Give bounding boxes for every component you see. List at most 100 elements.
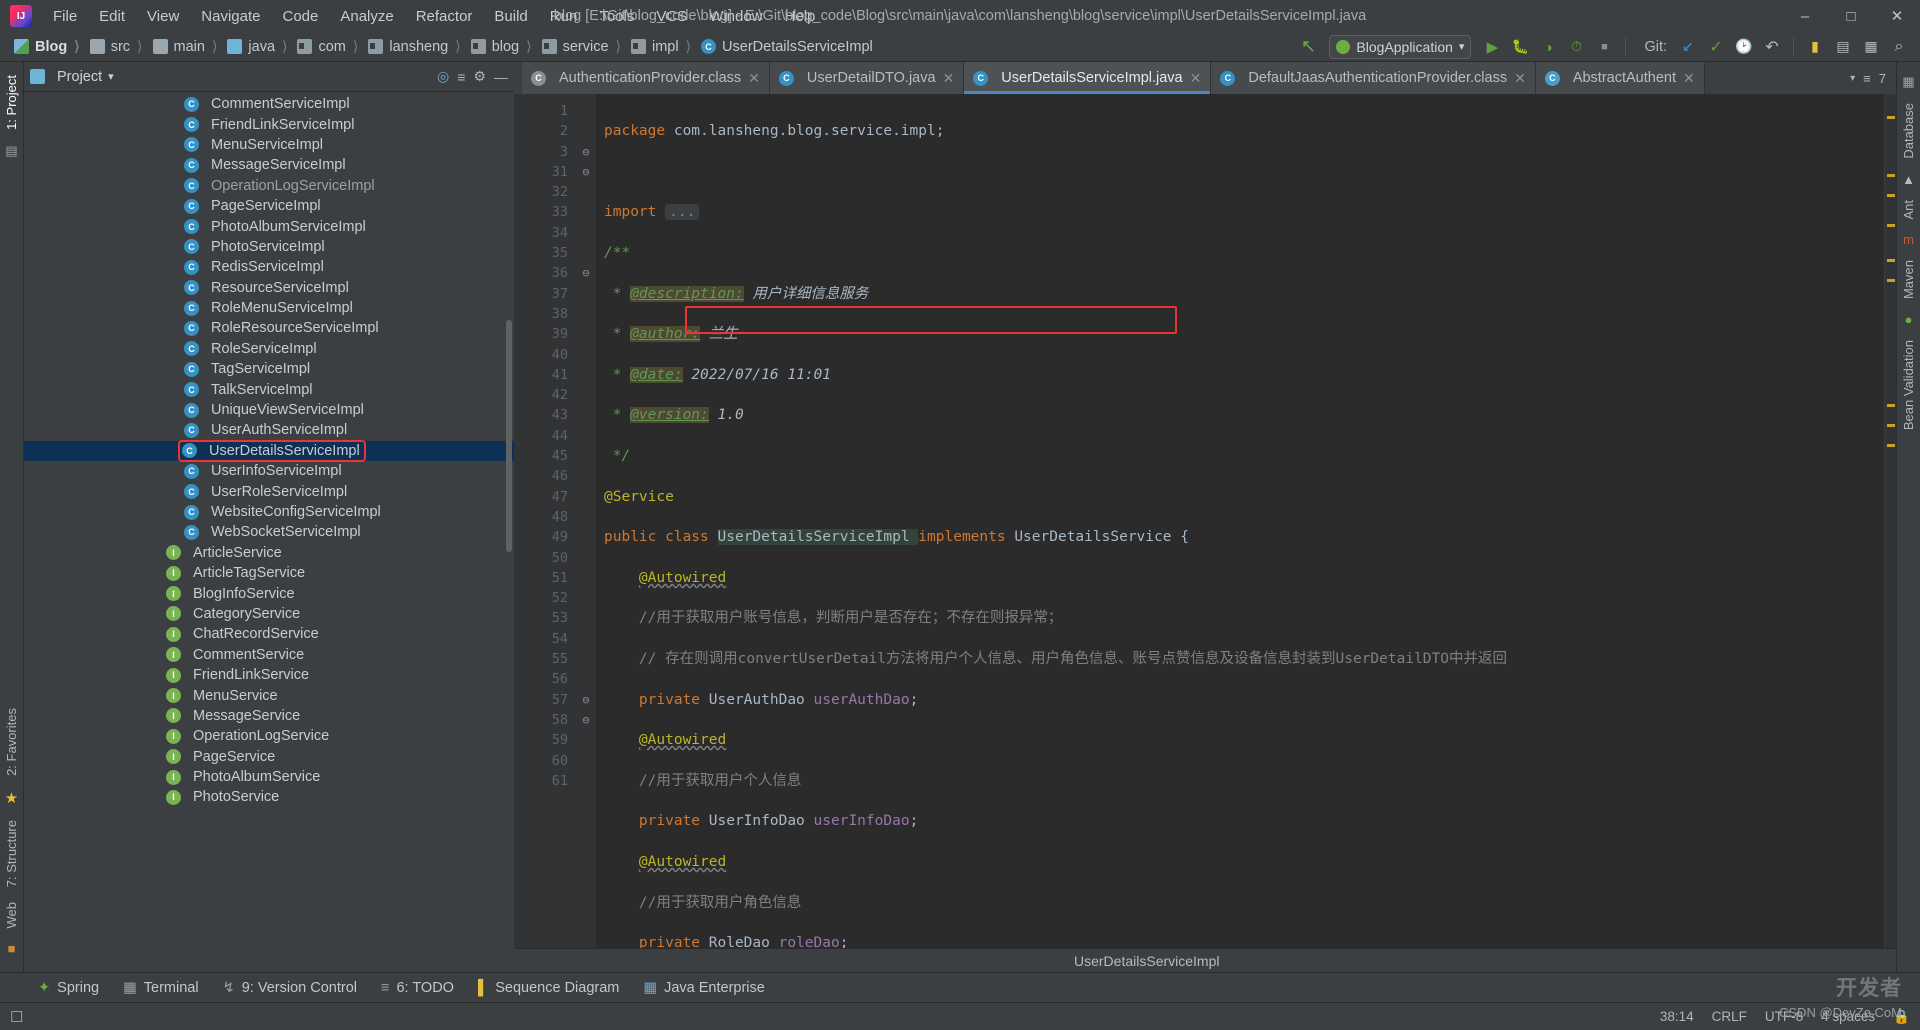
tree-item-rolemenuserviceimpl[interactable]: C RoleMenuServiceImpl (24, 298, 514, 318)
star-icon[interactable]: ★ (5, 789, 18, 807)
git-rollback-button[interactable]: ↶ (1759, 35, 1785, 59)
menu-item-analyze[interactable]: Analyze (329, 4, 404, 29)
git-history-button[interactable]: 🕑 (1731, 35, 1757, 59)
editor-tab-overflow[interactable]: ▾ ≡ 7 (1840, 62, 1896, 94)
close-button[interactable]: ✕ (1874, 0, 1920, 32)
breadcrumb-item-com[interactable]: com ⟩ (291, 35, 362, 59)
tree-item-photoserviceimpl[interactable]: C PhotoServiceImpl (24, 237, 514, 257)
tree-item-talkserviceimpl[interactable]: C TalkServiceImpl (24, 379, 514, 399)
tool-window-sequence-diagram[interactable]: ▌ Sequence Diagram (466, 976, 631, 1000)
database-small-icon[interactable]: ▦ (1902, 74, 1914, 90)
tool-window-version-control[interactable]: ↯ 9: Version Control (211, 976, 369, 1000)
tree-item-userroleserviceimpl[interactable]: C UserRoleServiceImpl (24, 481, 514, 501)
tree-item-resourceserviceimpl[interactable]: C ResourceServiceImpl (24, 278, 514, 298)
close-icon[interactable]: ✕ (1514, 70, 1526, 87)
run-configuration-selector[interactable]: BlogApplication ▾ (1329, 34, 1472, 59)
hide-icon[interactable]: — (494, 69, 508, 85)
tool-window-terminal[interactable]: ▦ Terminal (111, 976, 211, 1000)
menu-item-build[interactable]: Build (483, 4, 538, 29)
tree-item-commentserviceimpl[interactable]: C CommentServiceImpl (24, 94, 514, 114)
tree-item-pageservice[interactable]: I PageService (24, 747, 514, 767)
run-button[interactable]: ▶ (1479, 35, 1505, 59)
editor-scroll-markers[interactable] (1884, 94, 1896, 948)
tab-list-icon[interactable]: ≡ (1863, 71, 1871, 86)
target-icon[interactable]: ◎ (437, 68, 449, 85)
menu-item-window[interactable]: Window (698, 4, 773, 29)
breadcrumb-class-label[interactable]: UserDetailsServiceImpl (1074, 953, 1219, 969)
close-icon[interactable]: ✕ (943, 70, 955, 87)
sidebar-item-ant[interactable]: Ant (1898, 193, 1919, 227)
line-separator[interactable]: CRLF (1712, 1009, 1747, 1024)
tree-item-chatrecordservice[interactable]: I ChatRecordService (24, 624, 514, 644)
menu-item-code[interactable]: Code (271, 4, 329, 29)
tree-item-photoservice[interactable]: I PhotoService (24, 787, 514, 807)
sidebar-item-favorites[interactable]: 2: Favorites (1, 701, 22, 783)
menu-item-view[interactable]: View (136, 4, 190, 29)
tree-item-tagserviceimpl[interactable]: C TagServiceImpl (24, 359, 514, 379)
fold-marker[interactable]: ⊖ (576, 690, 596, 710)
breadcrumb-item-src[interactable]: src ⟩ (84, 35, 147, 59)
tool-window-spring[interactable]: ✦ Spring (26, 976, 111, 1000)
collapse-all-icon[interactable]: ≡ (457, 69, 465, 85)
tree-item-operationlogservice[interactable]: I OperationLogService (24, 726, 514, 746)
project-tree[interactable]: C CommentServiceImpl C FriendLinkServiceIm… (24, 92, 514, 972)
tree-item-uniqueviewserviceimpl[interactable]: C UniqueViewServiceImpl (24, 400, 514, 420)
sidebar-item-bean-validation[interactable]: Bean Validation (1898, 333, 1919, 437)
bean-validation-small-icon[interactable]: ● (1905, 312, 1913, 327)
fold-marker[interactable]: ⊖ (576, 263, 596, 283)
editor-tab-userdetailsserviceimpl[interactable]: C UserDetailsServiceImpl.java ✕ (964, 62, 1212, 94)
maven-small-icon[interactable]: m (1903, 232, 1914, 247)
breadcrumb-item-service[interactable]: service ⟩ (536, 35, 625, 59)
menu-item-vcs[interactable]: VCS (645, 4, 698, 29)
breadcrumb-item-main[interactable]: main ⟩ (147, 35, 222, 59)
source-code[interactable]: package com.lansheng.blog.service.impl; … (596, 94, 1884, 948)
tree-item-categoryservice[interactable]: I CategoryService (24, 604, 514, 624)
tree-item-operationlogserviceimpl[interactable]: C OperationLogServiceImpl (24, 176, 514, 196)
run-with-coverage-button[interactable]: ◑ (1535, 35, 1561, 59)
ant-small-icon[interactable]: ▲ (1902, 172, 1915, 187)
tree-item-roleserviceimpl[interactable]: C RoleServiceImpl (24, 339, 514, 359)
menu-item-navigate[interactable]: Navigate (190, 4, 271, 29)
tree-item-photoalbumserviceimpl[interactable]: C PhotoAlbumServiceImpl (24, 216, 514, 236)
menu-item-file[interactable]: File (42, 4, 88, 29)
tool-window-todo[interactable]: ≡ 6: TODO (369, 976, 466, 1000)
tree-item-roleresourceserviceimpl[interactable]: C RoleResourceServiceImpl (24, 318, 514, 338)
menu-item-edit[interactable]: Edit (88, 4, 136, 29)
editor-tab-authenticationprovider[interactable]: C AuthenticationProvider.class ✕ (522, 62, 770, 94)
back-arrow-icon[interactable]: ↖ (1295, 35, 1321, 59)
fold-marker[interactable]: ⊖ (576, 710, 596, 730)
tree-item-friendlinkserviceimpl[interactable]: C FriendLinkServiceImpl (24, 114, 514, 134)
event-log-icon[interactable]: ☐ (10, 1008, 23, 1026)
breadcrumb-item-userdetailsserviceimpl[interactable]: C UserDetailsServiceImpl (695, 35, 877, 59)
menu-bar[interactable]: File Edit View Navigate Code Analyze Ref… (42, 4, 826, 29)
tree-item-bloginfoservice[interactable]: I BlogInfoService (24, 583, 514, 603)
tree-item-redisserviceimpl[interactable]: C RedisServiceImpl (24, 257, 514, 277)
tree-item-friendlinkservice[interactable]: I FriendLinkService (24, 665, 514, 685)
tool-window-java-enterprise[interactable]: ▦ Java Enterprise (631, 976, 776, 1000)
close-icon[interactable]: ✕ (748, 70, 760, 87)
search-icon[interactable]: ⌕ (1886, 35, 1912, 59)
sidebar-item-database[interactable]: Database (1898, 96, 1919, 166)
tree-item-menuserviceimpl[interactable]: C MenuServiceImpl (24, 135, 514, 155)
profile-button[interactable]: ⏱ (1563, 35, 1589, 59)
minimize-button[interactable]: – (1782, 0, 1828, 32)
breadcrumb-item-java[interactable]: java ⟩ (221, 35, 291, 59)
tree-item-websiteconfigserviceimpl[interactable]: C WebsiteConfigServiceImpl (24, 502, 514, 522)
tree-item-websocketserviceimpl[interactable]: C WebSocketServiceImpl (24, 522, 514, 542)
menu-item-run[interactable]: Run (539, 4, 589, 29)
sidebar-item-structure[interactable]: 7: Structure (1, 813, 22, 894)
breadcrumb-item-blog-pkg[interactable]: blog ⟩ (465, 35, 536, 59)
gear-icon[interactable]: ⚙ (473, 68, 486, 85)
git-update-button[interactable]: ↙ (1675, 35, 1701, 59)
project-structure-icon[interactable]: ▤ (1830, 35, 1856, 59)
breadcrumb-item-blog[interactable]: Blog ⟩ (8, 35, 84, 59)
fold-marker[interactable]: ⊖ (576, 162, 596, 182)
caret-position[interactable]: 38:14 (1660, 1009, 1694, 1024)
menu-item-help[interactable]: Help (774, 4, 827, 29)
structure-small-icon[interactable]: ▤ (5, 143, 17, 159)
git-commit-button[interactable]: ✓ (1703, 35, 1729, 59)
chevron-down-icon[interactable]: ▾ (1850, 73, 1855, 84)
breadcrumb-item-impl[interactable]: impl ⟩ (625, 35, 695, 59)
terminal-icon[interactable]: ▦ (1858, 35, 1884, 59)
tree-item-photoalbumservice[interactable]: I PhotoAlbumService (24, 767, 514, 787)
